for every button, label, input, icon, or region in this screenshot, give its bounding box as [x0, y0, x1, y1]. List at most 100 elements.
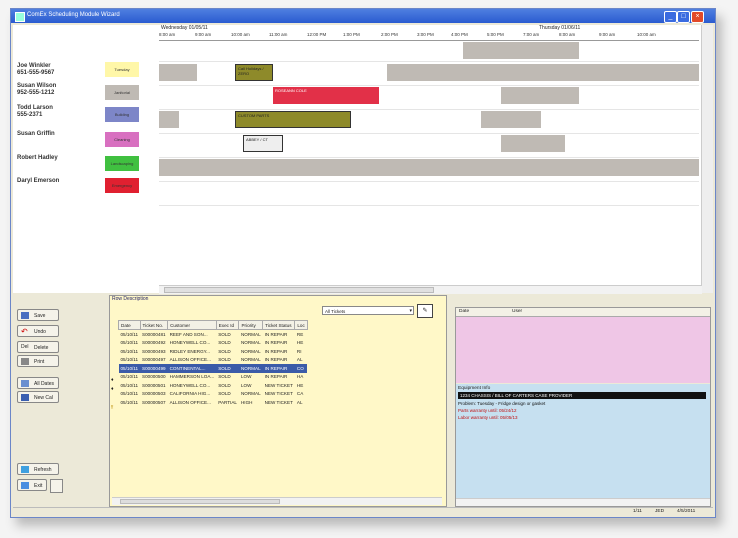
appointment-block[interactable]	[159, 159, 699, 176]
table-row-selected[interactable]: 05/10/11 S00000499 CONTINENTAL... SOLD NORMA…	[118, 364, 308, 373]
column-header[interactable]: Exec Id	[215, 320, 240, 330]
column-header[interactable]: Priority	[238, 320, 264, 330]
resource-name[interactable]: Susan Griffin	[17, 131, 55, 138]
new-cal-button[interactable]: New Cal	[17, 391, 59, 403]
resource-name[interactable]: Susan Wilson 952-555-1212	[17, 83, 56, 97]
resource-name[interactable]: Daryl Emerson	[17, 178, 59, 185]
time-label: 8:00 am	[159, 32, 176, 37]
resource-name[interactable]: Robert Hadley	[17, 155, 58, 162]
column-header[interactable]: Date	[118, 320, 141, 330]
appointment-block[interactable]	[501, 135, 565, 152]
cell: 05/10/11	[120, 357, 139, 363]
action-buttons: Save ↶ Undo Del Delete Print All Dates New…	[17, 309, 97, 505]
table-row[interactable]: 05/10/11 S00000507 ALLISON OFFICE... PARTIA…	[119, 398, 308, 407]
scroll-thumb[interactable]	[120, 499, 280, 504]
app-window: ComEx Scheduling Module Wizard _ □ × Joe…	[10, 8, 716, 518]
save-button[interactable]: Save	[17, 309, 59, 321]
exit-button[interactable]: Exit	[17, 479, 47, 491]
ticket-table: Date Ticket No. Customer Exec Id Priorit…	[118, 320, 308, 407]
help-button[interactable]	[50, 479, 63, 493]
refresh-button[interactable]: Refresh	[17, 463, 59, 475]
refresh-icon	[21, 466, 29, 473]
close-button[interactable]: ×	[691, 11, 704, 23]
cell: RIDLEY ENERGY...	[169, 348, 210, 354]
delete-button[interactable]: Del Delete	[17, 341, 59, 353]
status-field: JED	[655, 509, 665, 514]
cell: NORMAL	[240, 391, 261, 397]
appointment-block[interactable]: ABBEY / CT	[243, 135, 283, 152]
scroll-thumb[interactable]	[164, 287, 434, 293]
status-field: 1/11	[633, 509, 642, 514]
cell: IN REPAIR	[264, 340, 288, 346]
table-row[interactable]: 05/10/11 S00000497 ALLISON OFFICE... SOLD NO…	[119, 356, 308, 365]
cell: IN REPAIR	[262, 364, 295, 373]
notes-area[interactable]	[456, 317, 710, 383]
column-header[interactable]: Customer	[167, 320, 217, 330]
table-row[interactable]: 05/10/11 S00000481 REEF AND SON... SOLD NORM…	[119, 330, 308, 339]
row-description-label: Row Description	[112, 296, 149, 302]
table-row[interactable]: 05/10/11 S00000501 HONEYWELL CO... SOLD LOW N…	[119, 381, 308, 390]
print-button[interactable]: Print	[17, 355, 59, 367]
time-label: 10:00 am	[637, 32, 656, 37]
cell: ALLISON OFFICE...	[169, 357, 211, 363]
column-header[interactable]: Date	[459, 309, 469, 314]
all-dates-button[interactable]: All Dates	[17, 377, 59, 389]
category-swatch[interactable]: Cleaning	[105, 132, 139, 147]
cell: CONTINENTAL...	[167, 364, 217, 373]
column-header[interactable]: User	[512, 309, 522, 314]
cell: RE	[296, 331, 304, 337]
cell: S00000481	[142, 331, 166, 337]
horizontal-scrollbar[interactable]	[112, 497, 442, 505]
maximize-button[interactable]: □	[677, 11, 690, 23]
horizontal-scrollbar[interactable]	[159, 285, 702, 294]
ticket-filter-select[interactable]: All Tickets ▾	[322, 306, 414, 315]
appointment-block[interactable]: CUSTOM PARTS	[235, 111, 351, 128]
column-header[interactable]: Ticket Status	[262, 320, 296, 330]
cell: NEW TICKET	[264, 391, 293, 397]
time-label: 3:00 PM	[417, 32, 434, 37]
flag-icon: ♦	[111, 377, 114, 383]
cell: S00000497	[142, 357, 166, 363]
table-row[interactable]: 05/10/11 S00000500 HAMMERSON LOA... SOLD LOW…	[119, 373, 308, 382]
edit-filter-button[interactable]: ✎	[417, 304, 433, 318]
appointment-block[interactable]	[159, 64, 197, 81]
title-bar: ComEx Scheduling Module Wizard _ □ ×	[11, 9, 715, 23]
table-row[interactable]: 05/10/11 S00000493 RIDLEY ENERGY... SOLD NOR…	[119, 347, 308, 356]
table-row[interactable]: 05/10/11 S00000492 HONEYWELL CO... SOLD NORM…	[119, 339, 308, 348]
table-row[interactable]: 05/10/11 S00000503 CALIFORNIA HIG... SOLD NO…	[119, 390, 308, 399]
grid-line	[159, 61, 699, 62]
appointment-block[interactable]	[159, 111, 179, 128]
column-header[interactable]: Ticket No.	[139, 320, 169, 330]
resource-name[interactable]: Todd Larson 555-2371	[17, 105, 53, 119]
vertical-scrollbar[interactable]	[701, 25, 713, 293]
cell: SOLD	[218, 340, 231, 346]
category-swatch[interactable]: Emergency	[105, 178, 139, 193]
appointment-block[interactable]: Call Holidays / ZERO	[235, 64, 273, 81]
resource-name[interactable]: Joe Winkler 651-555-9567	[17, 63, 54, 77]
appointment-block[interactable]: ROSEANN COLE	[273, 87, 379, 104]
category-swatch[interactable]: Janitorial	[105, 85, 139, 100]
column-header[interactable]: Loc	[294, 320, 308, 330]
cell: CA	[296, 391, 304, 397]
equipment-selected[interactable]: 1234 CHASSIS / BILL OF CARTERS CASE PROV…	[458, 392, 706, 399]
schedule-grid[interactable]: Call Holidays / ZERO ROSEANN COLE CUSTOM…	[159, 40, 699, 286]
horizontal-scrollbar[interactable]	[456, 498, 710, 506]
appointment-block[interactable]	[387, 64, 699, 81]
cell: IN REPAIR	[264, 331, 288, 337]
time-label: 4:00 PM	[451, 32, 468, 37]
category-swatch[interactable]: Building	[105, 107, 139, 122]
time-label: 12:00 PM	[307, 32, 327, 37]
time-label: 11:00 am	[269, 32, 288, 37]
time-label: 5:00 PM	[487, 32, 504, 37]
undo-button[interactable]: ↶ Undo	[17, 325, 59, 337]
cell: 05/10/11	[120, 348, 139, 354]
appointment-block[interactable]	[501, 87, 579, 104]
category-swatch[interactable]: Tuesday	[105, 62, 139, 77]
appointment-block[interactable]	[481, 111, 541, 128]
cell: HIGH	[240, 399, 253, 405]
cell: HONEYWELL CO...	[169, 340, 211, 346]
category-swatch[interactable]: Landscaping	[105, 156, 139, 171]
calendar-icon	[21, 394, 29, 401]
appointment-block[interactable]	[463, 42, 579, 59]
minimize-button[interactable]: _	[664, 11, 677, 23]
